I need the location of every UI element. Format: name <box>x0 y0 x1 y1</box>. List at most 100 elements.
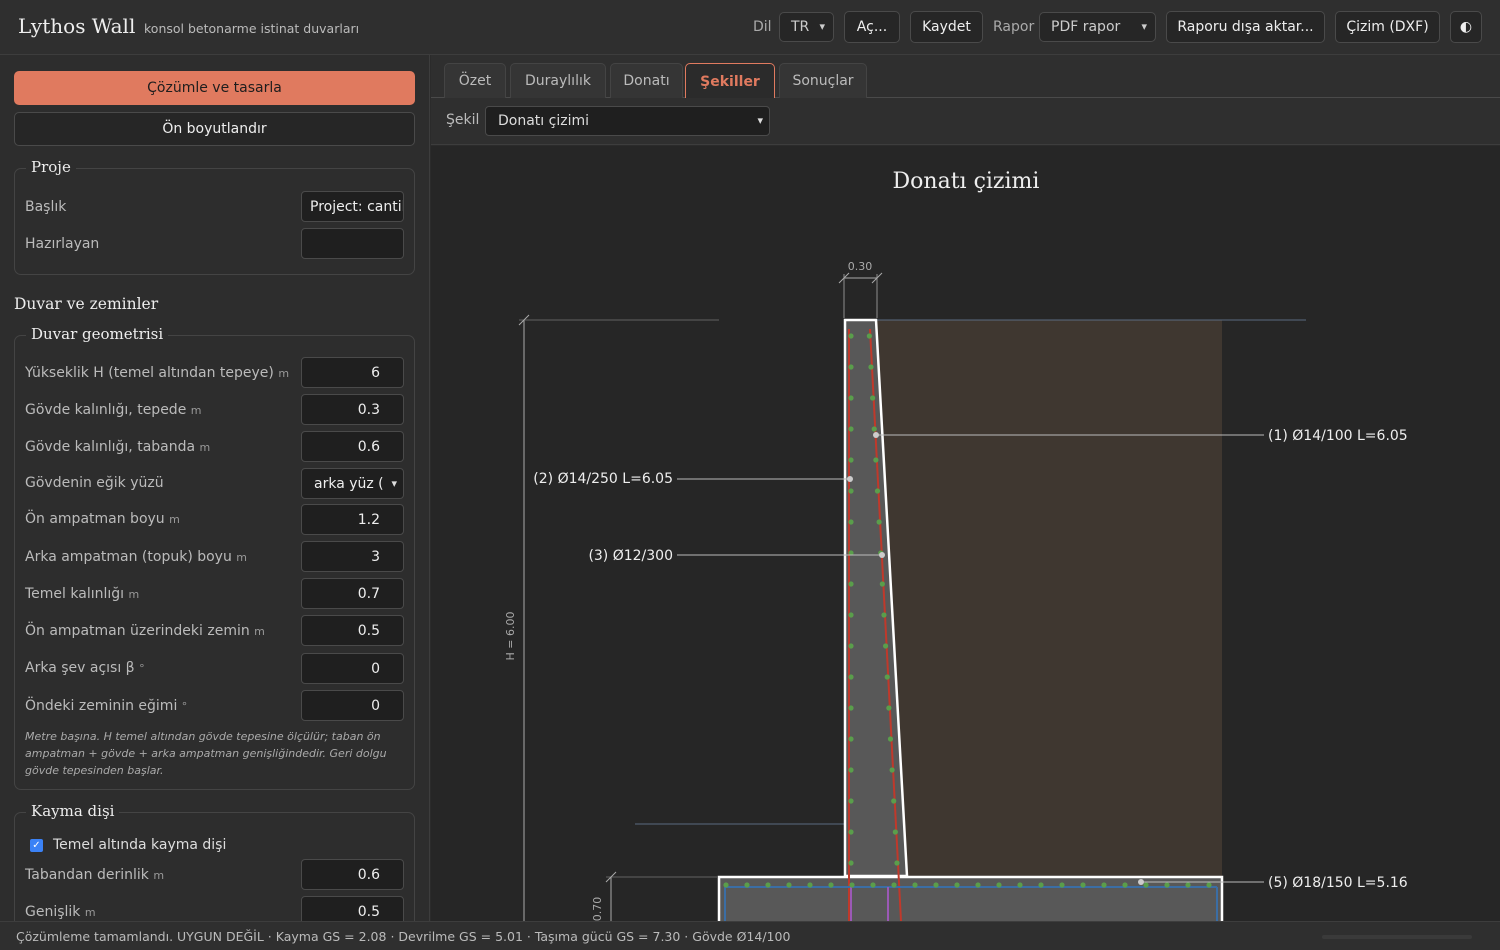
language-select-value: TR <box>791 19 810 35</box>
key-depth-input[interactable]: 0.6 <box>301 859 404 890</box>
report-format-select[interactable]: PDF rapor ▾ <box>1039 12 1156 42</box>
backfill-area <box>876 320 1222 876</box>
dim-footing-text: 0.70 <box>591 897 604 921</box>
main-panel: Özet Duraylılık Donatı Şekiller Sonuçlar… <box>431 55 1500 921</box>
stem-top-thickness-input[interactable]: 0.3 <box>301 394 404 425</box>
tab-results[interactable]: Sonuçlar <box>779 63 867 98</box>
footing-distribution-bar-dot <box>996 882 1002 888</box>
front-distribution-bar-dot <box>848 581 854 587</box>
export-dxf-button[interactable]: Çizim (DXF) <box>1335 11 1440 43</box>
figure-select-value: Donatı çizimi <box>498 113 589 129</box>
chevron-down-icon: ▾ <box>1141 20 1147 33</box>
back-distribution-bar-dot <box>891 798 897 804</box>
back-distribution-bar-dot <box>871 426 877 432</box>
title-label: Başlık <box>25 199 67 215</box>
callout-marker-2 <box>847 476 853 482</box>
soil-over-toe-input[interactable]: 0.5 <box>301 615 404 646</box>
tab-summary[interactable]: Özet <box>444 63 506 98</box>
footing-distribution-bar-dot <box>870 882 876 888</box>
height-input[interactable]: 6 <box>301 357 404 388</box>
back-distribution-bar-dot <box>866 333 872 339</box>
backslope-angle-label: Arka şev açısı β ° <box>25 660 145 676</box>
open-button[interactable]: Aç... <box>844 11 900 43</box>
battered-face-select[interactable]: arka yüz ( ▾ <box>301 468 404 499</box>
shear-key-checkbox[interactable]: ✓ <box>30 839 43 852</box>
backslope-angle-input[interactable]: 0 <box>301 653 404 684</box>
front-distribution-bar-dot <box>848 519 854 525</box>
project-legend: Proje <box>26 158 76 176</box>
sidebar: Çözümle ve tasarla Ön boyutlandır Proje … <box>0 55 430 921</box>
front-distribution-bar-dot <box>848 643 854 649</box>
chevron-down-icon: ▾ <box>819 20 825 33</box>
report-format-value: PDF rapor <box>1051 19 1121 35</box>
walls-and-soils-heading: Duvar ve zeminler <box>14 295 159 313</box>
back-distribution-bar-dot <box>876 519 882 525</box>
footing-distribution-bar-dot <box>723 882 729 888</box>
footing-distribution-bar-dot <box>1164 882 1170 888</box>
export-report-button[interactable]: Raporu dışa aktar... <box>1166 11 1325 43</box>
geometry-note: Metre başına. H temel altından gövde tep… <box>25 730 387 777</box>
footing-distribution-bar-dot <box>744 882 750 888</box>
reinforcement-drawing: Donatı çizimi 0.30 H = 6.00 0.70 (1) Ø14… <box>504 169 1408 921</box>
back-distribution-bar-dot <box>892 829 898 835</box>
front-distribution-bar-dot <box>848 705 854 711</box>
figure-select-label: Şekil <box>446 112 480 128</box>
footing-thickness-label: Temel kalınlığı m <box>25 586 140 602</box>
footing-distribution-bar-dot <box>828 882 834 888</box>
save-button[interactable]: Kaydet <box>910 11 983 43</box>
stem-base-thickness-input[interactable]: 0.6 <box>301 431 404 462</box>
battered-face-value: arka yüz ( <box>314 475 384 492</box>
status-progress <box>1322 935 1472 939</box>
back-distribution-bar-dot <box>870 395 876 401</box>
key-width-input[interactable]: 0.5 <box>301 896 404 921</box>
footing-distribution-bar-dot <box>849 882 855 888</box>
footing-distribution-bar-dot <box>1143 882 1149 888</box>
tab-reinforcement[interactable]: Donatı <box>610 63 683 98</box>
report-label: Rapor <box>993 19 1035 35</box>
language-select[interactable]: TR ▾ <box>779 12 834 42</box>
front-distribution-bar-dot <box>848 426 854 432</box>
title-input[interactable]: Project: cantilever <box>301 191 404 222</box>
wall-geometry-legend: Duvar geometrisi <box>26 325 169 343</box>
theme-toggle-button[interactable]: ◐ <box>1450 11 1482 43</box>
top-bar: Lythos Wall konsol betonarme istinat duv… <box>0 0 1500 55</box>
solve-and-design-button[interactable]: Çözümle ve tasarla <box>14 71 415 105</box>
shear-key-checkbox-label: Temel altında kayma dişi <box>53 837 227 853</box>
footing-distribution-bar-dot <box>786 882 792 888</box>
footing-distribution-bar-dot <box>1122 882 1128 888</box>
project-fieldset: Proje Başlık Project: cantilever Hazırla… <box>14 158 415 275</box>
figure-select[interactable]: Donatı çizimi ▾ <box>485 106 770 136</box>
callout-marker-3 <box>879 552 885 558</box>
footing-thickness-input[interactable]: 0.7 <box>301 578 404 609</box>
author-label: Hazırlayan <box>25 236 100 252</box>
footing-distribution-bar-dot <box>975 882 981 888</box>
callout-label-5: (5) Ø18/150 L=5.16 <box>1268 875 1408 891</box>
tab-figures[interactable]: Şekiller <box>685 63 775 99</box>
status-text: Çözümleme tamamlandı. UYGUN DEĞİL · Kaym… <box>16 929 791 944</box>
front-distribution-bar-dot <box>848 488 854 494</box>
language-label: Dil <box>753 19 772 35</box>
tab-stability[interactable]: Duraylılık <box>510 63 606 98</box>
chevron-down-icon: ▾ <box>391 477 397 490</box>
author-input[interactable] <box>301 228 404 259</box>
back-distribution-bar-dot <box>868 364 874 370</box>
back-distribution-bar-dot <box>886 705 892 711</box>
front-slope-label: Öndeki zeminin eğimi ° <box>25 698 188 714</box>
back-distribution-bar-dot <box>887 736 894 742</box>
footing-distribution-bar-dot <box>954 882 960 888</box>
toe-length-label: Ön ampatman boyu m <box>25 511 180 527</box>
shear-key-fieldset: Kayma dişi ✓ Temel altında kayma dişi Ta… <box>14 802 415 921</box>
presize-button[interactable]: Ön boyutlandır <box>14 112 415 146</box>
callout-label-1: (1) Ø14/100 L=6.05 <box>1268 428 1408 444</box>
heel-length-input[interactable]: 3 <box>301 541 404 572</box>
soil-over-toe-label: Ön ampatman üzerindeki zemin m <box>25 623 265 639</box>
height-label: Yükseklik H (temel altından tepeye) m <box>25 365 290 381</box>
toe-length-input[interactable]: 1.2 <box>301 504 404 535</box>
callout-label-3: (3) Ø12/300 <box>588 548 673 564</box>
app-title: Lythos Wall <box>18 14 136 38</box>
dim-top-text: 0.30 <box>848 260 873 273</box>
footing-distribution-bar-dot <box>1101 882 1107 888</box>
key-width-label: Genişlik m <box>25 904 96 920</box>
front-slope-input[interactable]: 0 <box>301 690 404 721</box>
back-distribution-bar-dot <box>879 581 885 587</box>
